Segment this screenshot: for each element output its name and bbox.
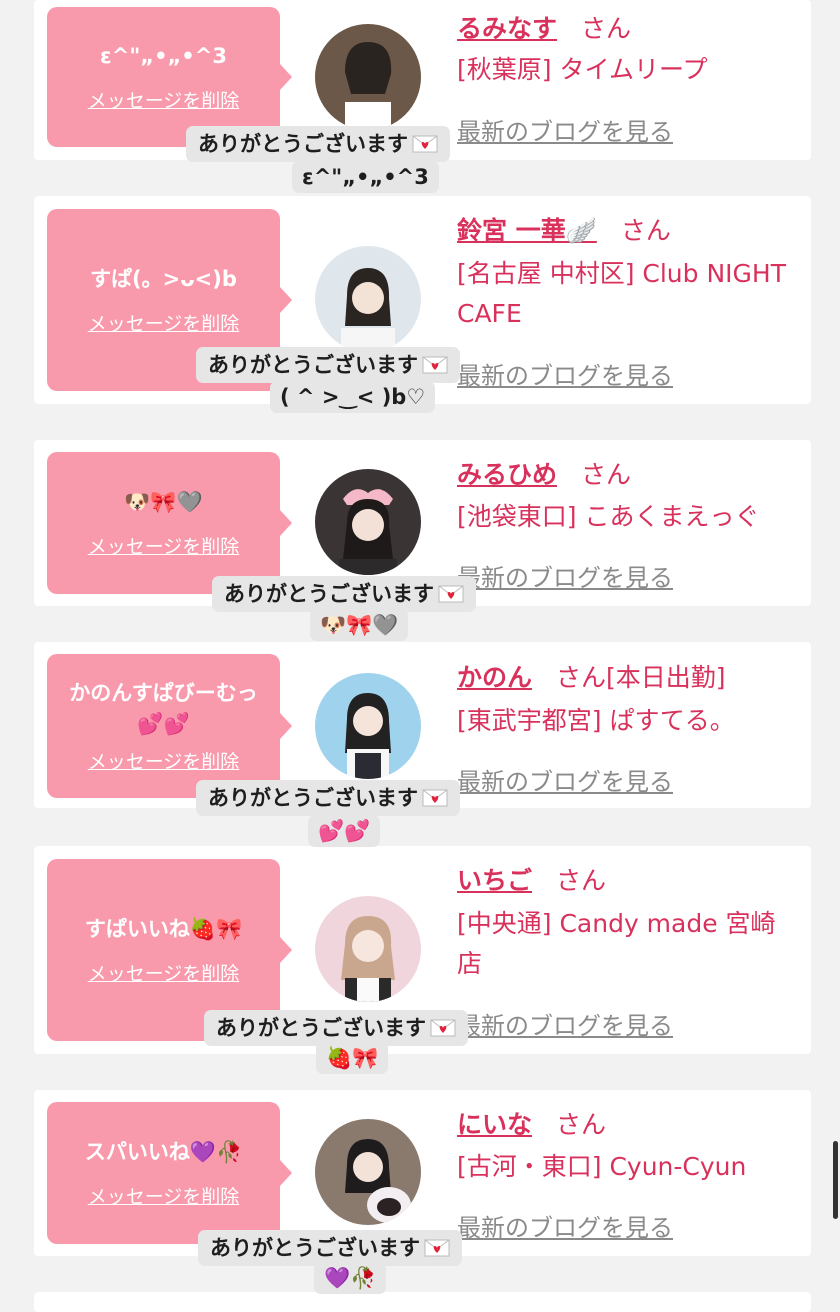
love-letter-icon (422, 787, 448, 807)
shop-link[interactable]: [中央通] Candy made 宮崎店 (457, 904, 797, 984)
latest-blog-link[interactable]: 最新のブログを見る (457, 558, 673, 593)
delete-message-link[interactable]: メッセージを削除 (88, 309, 240, 336)
love-letter-icon (412, 133, 438, 153)
shop-link[interactable]: [秋葉原] タイムリープ (457, 50, 797, 90)
message-text: ε^"„•„•^3 (100, 44, 227, 69)
love-letter-icon (424, 1237, 450, 1257)
reply-toast: 💕💕 (308, 815, 381, 847)
thanks-toast: ありがとうございます (204, 1010, 468, 1046)
avatar[interactable] (315, 246, 421, 352)
girl-name-link[interactable]: かのん (457, 663, 532, 692)
love-letter-icon (430, 1017, 456, 1037)
girl-name-link[interactable]: 鈴宮 一華🪽 (457, 216, 597, 245)
girl-name-link[interactable]: いちご (457, 866, 532, 895)
scrollbar[interactable] (833, 1141, 838, 1219)
toast-text: ありがとうございます (208, 786, 418, 810)
avatar[interactable] (315, 896, 421, 1002)
toast-text: ありがとうございます (210, 1236, 420, 1260)
status-tag: [本日出勤] (606, 663, 726, 692)
delete-message-link[interactable]: メッセージを削除 (88, 747, 240, 774)
message-bubble: 🐶🎀🩶 メッセージを削除 (47, 452, 292, 594)
latest-blog-link[interactable]: 最新のブログを見る (457, 112, 673, 147)
delete-message-link[interactable]: メッセージを削除 (88, 959, 240, 986)
latest-blog-link[interactable]: 最新のブログを見る (457, 762, 673, 797)
honorific: さん (556, 1110, 607, 1139)
message-text: 🐶🎀🩶 (124, 490, 203, 515)
message-bubble: スパいいね💜🥀 メッセージを削除 (47, 1102, 292, 1244)
toast-text: ありがとうございます (216, 1016, 426, 1040)
honorific: さん (581, 14, 632, 43)
thanks-toast: ありがとうございます (196, 780, 460, 816)
girl-name-link[interactable]: みるひめ (457, 460, 557, 489)
shop-link[interactable]: [池袋東口] こあくまえっぐ (457, 497, 797, 537)
thanks-toast: ありがとうございます (198, 1230, 462, 1266)
message-text: スパいいね💜🥀 (84, 1140, 243, 1165)
delete-message-link[interactable]: メッセージを削除 (88, 1182, 240, 1209)
love-letter-icon (438, 583, 464, 603)
shop-link[interactable]: [東武宇都宮] ぱすてる。 (457, 701, 797, 741)
honorific: さん (620, 216, 671, 245)
name-line: かのん さん[本日出勤] (457, 658, 726, 694)
shop-link[interactable]: [古河・東口] Cyun-Cyun (457, 1147, 797, 1187)
avatar[interactable] (315, 469, 421, 575)
name-line: みるひめ さん (457, 455, 631, 491)
avatar[interactable] (315, 673, 421, 779)
girl-name-link[interactable]: るみなす (457, 14, 557, 43)
name-line: 鈴宮 一華🪽 さん (457, 211, 671, 247)
delete-message-link[interactable]: メッセージを削除 (88, 86, 240, 113)
avatar[interactable] (315, 24, 421, 130)
toast-text: ありがとうございます (208, 353, 418, 377)
honorific: さん (581, 460, 632, 489)
thanks-toast: ありがとうございます (186, 126, 450, 162)
toast-text: ありがとうございます (224, 582, 434, 606)
reply-toast: 🍓🎀 (316, 1042, 389, 1074)
message-text: すぱいいね🍓🎀 (84, 917, 243, 942)
reply-toast: 🐶🎀🩶 (310, 609, 409, 641)
honorific: さん (556, 663, 607, 692)
name-line: るみなす さん (457, 9, 631, 45)
love-letter-icon (422, 354, 448, 374)
girl-name-link[interactable]: にいな (457, 1110, 532, 1139)
reply-toast: ( ^ >‿< )b♡ (270, 381, 436, 413)
card-partial-bottom (34, 1292, 811, 1312)
latest-blog-link[interactable]: 最新のブログを見る (457, 1208, 673, 1243)
reply-toast: ε^"„•„•^3 (292, 161, 439, 193)
shop-link[interactable]: [名古屋 中村区] Club NIGHT CAFE (457, 254, 797, 334)
latest-blog-link[interactable]: 最新のブログを見る (457, 1006, 673, 1041)
delete-message-link[interactable]: メッセージを削除 (88, 532, 240, 559)
thanks-toast: ありがとうございます (212, 576, 476, 612)
message-text: かのんすぱびーむっ💕💕 (69, 681, 258, 736)
name-line: いちご さん (457, 861, 606, 897)
reply-toast: 💜🥀 (314, 1262, 387, 1294)
message-bubble: かのんすぱびーむっ💕💕 メッセージを削除 (47, 654, 292, 798)
message-text: すぱ(。>ᴗ<)b (90, 267, 237, 292)
name-line: にいな さん (457, 1105, 606, 1141)
avatar[interactable] (315, 1119, 421, 1225)
latest-blog-link[interactable]: 最新のブログを見る (457, 356, 673, 391)
toast-text: ありがとうございます (198, 132, 408, 156)
honorific: さん (556, 866, 607, 895)
thanks-toast: ありがとうございます (196, 347, 460, 383)
